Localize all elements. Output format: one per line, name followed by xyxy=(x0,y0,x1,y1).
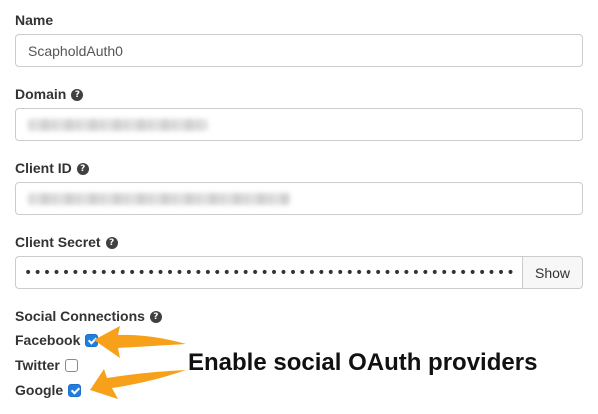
domain-label: Domain ? xyxy=(15,86,84,103)
provider-google: Google xyxy=(15,382,82,398)
client-secret-group: Show xyxy=(15,256,583,289)
client-secret-input[interactable] xyxy=(15,256,522,289)
question-circle-icon[interactable]: ? xyxy=(105,236,118,249)
client-secret-label: Client Secret ? xyxy=(15,234,118,251)
arrow-shape xyxy=(94,326,186,358)
client-id-input[interactable] xyxy=(15,182,583,215)
name-label: Name xyxy=(15,12,53,29)
domain-label-text: Domain xyxy=(15,86,67,102)
provider-label-facebook: Facebook xyxy=(15,332,81,348)
question-circle-icon[interactable]: ? xyxy=(149,310,162,323)
domain-redacted-value xyxy=(28,119,208,131)
client-id-redacted-value xyxy=(28,193,290,205)
provider-label-twitter: Twitter xyxy=(15,357,60,373)
callout-annotation: Enable social OAuth providers xyxy=(188,349,538,376)
arrow-icon-google xyxy=(90,369,186,399)
provider-twitter: Twitter xyxy=(15,357,78,373)
provider-label-google: Google xyxy=(15,382,64,398)
twitter-checkbox[interactable] xyxy=(64,358,78,372)
client-id-label: Client ID ? xyxy=(15,160,89,177)
question-circle-icon[interactable]: ? xyxy=(76,162,89,175)
name-label-text: Name xyxy=(15,12,54,28)
arrow-shape xyxy=(90,369,186,399)
client-id-label-text: Client ID xyxy=(15,160,72,176)
show-secret-button[interactable]: Show xyxy=(522,256,583,289)
client-secret-label-text: Client Secret xyxy=(15,234,101,250)
arrow-icon-facebook xyxy=(94,326,186,358)
name-input[interactable] xyxy=(15,34,583,67)
domain-input[interactable] xyxy=(15,108,583,141)
question-circle-icon[interactable]: ? xyxy=(71,88,84,101)
provider-facebook: Facebook xyxy=(15,332,99,348)
google-checkbox[interactable] xyxy=(68,383,82,397)
